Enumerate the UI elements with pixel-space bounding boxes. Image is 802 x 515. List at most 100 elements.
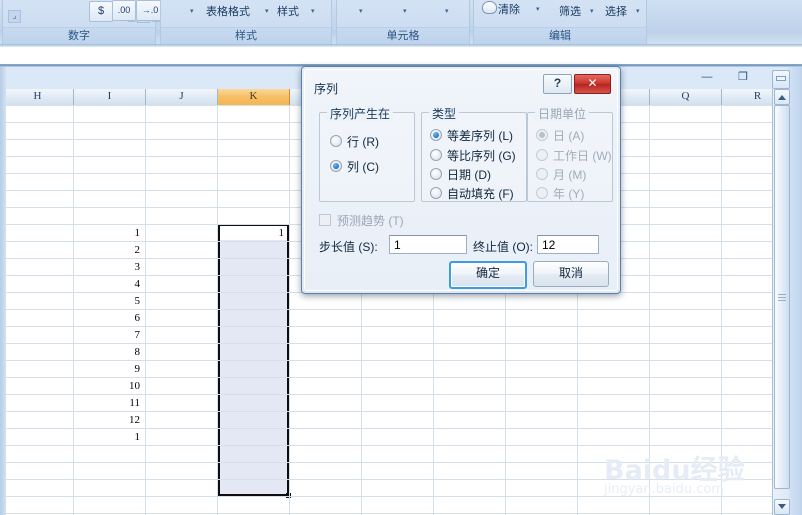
radio-label: 自动填充 (F) — [447, 187, 514, 201]
column-header-q[interactable]: Q — [650, 89, 722, 106]
cell-I8[interactable]: 8 — [74, 344, 141, 361]
eraser-icon — [482, 1, 497, 14]
cell-I2[interactable]: 2 — [74, 242, 141, 259]
cell-I10[interactable]: 10 — [74, 378, 140, 395]
series-dialog-body: 序列 ? ✕ 序列产生在 行 (R) 列 (C) 类型 等差序列 (L) 等比序… — [304, 69, 618, 291]
step-value-label: 步长值 (S): — [319, 240, 378, 254]
stop-value-label: 终止值 (O): — [473, 240, 533, 254]
cell-I12[interactable]: 12 — [74, 412, 140, 429]
ribbon-group-styles: ▾ 表格格式 ▾ 样式 ▾ 样式 — [160, 0, 332, 46]
format-cells-chevron-icon[interactable]: ▾ — [445, 7, 449, 15]
arrow-down-icon — [778, 504, 786, 509]
grid-column-line — [649, 105, 650, 515]
cell-I1[interactable]: 1 — [74, 225, 141, 242]
find-select-button[interactable]: 选择 — [605, 3, 627, 19]
split-box-grip-icon — [776, 76, 786, 81]
chevron-down-icon[interactable]: ▾ — [265, 7, 269, 15]
delete-cells-chevron-icon[interactable]: ▾ — [403, 7, 407, 15]
grid-row-line — [6, 462, 772, 463]
number-dialog-launcher[interactable]: ⌟ — [8, 10, 21, 23]
format-as-table-button[interactable]: 表格格式 — [206, 3, 250, 19]
series-dialog-title: 序列 — [314, 82, 339, 96]
column-header-r[interactable]: R — [722, 89, 772, 106]
trend-checkbox-label: 预测趋势 (T) — [337, 214, 404, 228]
ribbon-group-decimals: .00 →.0 — [112, 0, 164, 44]
radio-indicator-icon — [536, 168, 548, 180]
scrollbar-thumb[interactable] — [774, 105, 790, 489]
scroll-up-button[interactable] — [774, 89, 790, 105]
column-header-i[interactable]: I — [74, 89, 146, 106]
ribbon: $ ▾ % , ⌟ ⌟ 数字 .00 →.0 ▾ 表格格式 ▾ 样式 ▾ 样式 … — [0, 0, 802, 46]
ok-button[interactable]: 确定 — [449, 261, 527, 289]
chevron-down-icon[interactable]: ▾ — [590, 7, 594, 15]
cell-I13[interactable]: 1 — [74, 429, 141, 446]
increase-decimal-button[interactable]: .00 — [112, 0, 136, 21]
date-unit-legend: 日期单位 — [535, 105, 590, 122]
sort-filter-button[interactable]: 筛选 — [559, 3, 581, 19]
radio-label: 月 (M) — [553, 168, 587, 182]
radio-indicator-icon — [536, 129, 548, 141]
cell-styles-button[interactable]: 样式 — [277, 3, 299, 19]
active-cell-value: 1 — [278, 227, 285, 239]
formula-bar[interactable] — [0, 47, 802, 64]
grid-column-line — [217, 105, 218, 515]
radio-label: 等差序列 (L) — [447, 129, 514, 143]
radio-indicator-icon — [536, 187, 548, 199]
radio-indicator-icon — [430, 129, 442, 141]
radio-indicator-icon — [430, 187, 442, 199]
chevron-down-icon[interactable]: ▾ — [636, 7, 640, 15]
radio-indicator-icon — [536, 149, 548, 161]
step-value-input[interactable] — [389, 235, 467, 254]
grid-column-line — [289, 105, 290, 515]
ribbon-group-label-editing: 编辑 — [474, 27, 646, 45]
ribbon-group-editing: 清除 ▾ 筛选 ▾ 选择 ▾ 编辑 — [473, 0, 647, 46]
workbook-minimize-button[interactable]: — — [697, 70, 717, 86]
chevron-down-icon[interactable]: ▾ — [536, 5, 540, 13]
radio-indicator-icon — [430, 149, 442, 161]
cell-I11[interactable]: 11 — [74, 395, 140, 412]
chevron-down-icon[interactable]: ▾ — [311, 7, 315, 15]
vertical-scrollbar[interactable] — [772, 89, 790, 515]
clear-button[interactable]: 清除 — [498, 1, 520, 17]
close-button[interactable]: ✕ — [574, 74, 611, 94]
cell-I6[interactable]: 6 — [74, 310, 141, 327]
insert-cells-chevron-icon[interactable]: ▾ — [359, 7, 363, 15]
radio-indicator-icon — [330, 135, 342, 147]
column-header-h[interactable]: H — [6, 89, 74, 106]
column-header-j[interactable]: J — [146, 89, 218, 106]
stop-value-input[interactable] — [537, 235, 599, 254]
grid-row-line — [6, 479, 772, 480]
grid-column-line — [145, 105, 146, 515]
column-header-k[interactable]: K — [218, 89, 290, 106]
series-in-legend: 序列产生在 — [327, 105, 394, 122]
type-legend: 类型 — [429, 105, 460, 122]
scroll-down-button[interactable] — [774, 499, 790, 515]
radio-label: 年 (Y) — [553, 187, 585, 201]
cell-I7[interactable]: 7 — [74, 327, 141, 344]
radio-label: 列 (C) — [347, 160, 379, 174]
conditional-format-chevron-icon[interactable]: ▾ — [190, 7, 194, 15]
grid-column-line — [721, 105, 722, 515]
checkbox-indicator-icon — [319, 214, 331, 226]
cell-I9[interactable]: 9 — [74, 361, 141, 378]
thumb-grip-icon — [778, 294, 786, 295]
cell-I4[interactable]: 4 — [74, 276, 141, 293]
radio-label: 日期 (D) — [447, 168, 491, 182]
cell-I5[interactable]: 5 — [74, 293, 141, 310]
series-dialog: 序列 ? ✕ 序列产生在 行 (R) 列 (C) 类型 等差序列 (L) 等比序… — [301, 66, 621, 294]
radio-label: 工作日 (W) — [553, 149, 612, 163]
cell-I3[interactable]: 3 — [74, 259, 141, 276]
split-box[interactable] — [772, 70, 790, 89]
ribbon-group-label-styles: 样式 — [161, 27, 331, 45]
arrow-up-icon — [778, 95, 786, 100]
help-button[interactable]: ? — [543, 74, 572, 94]
radio-indicator-icon — [330, 160, 342, 172]
thumb-grip-icon — [778, 300, 786, 301]
workbook-right-edge — [788, 67, 802, 515]
currency-format-button[interactable]: $ — [89, 1, 113, 22]
cancel-button[interactable]: 取消 — [533, 261, 609, 287]
grid-row-line — [6, 513, 772, 514]
workbook-maximize-button[interactable]: ❐ — [733, 70, 753, 86]
date-unit-group: 日期单位 日 (A) 工作日 (W) 月 (M) 年 (Y) — [527, 105, 613, 202]
ribbon-group-label-cells: 单元格 — [337, 27, 469, 45]
